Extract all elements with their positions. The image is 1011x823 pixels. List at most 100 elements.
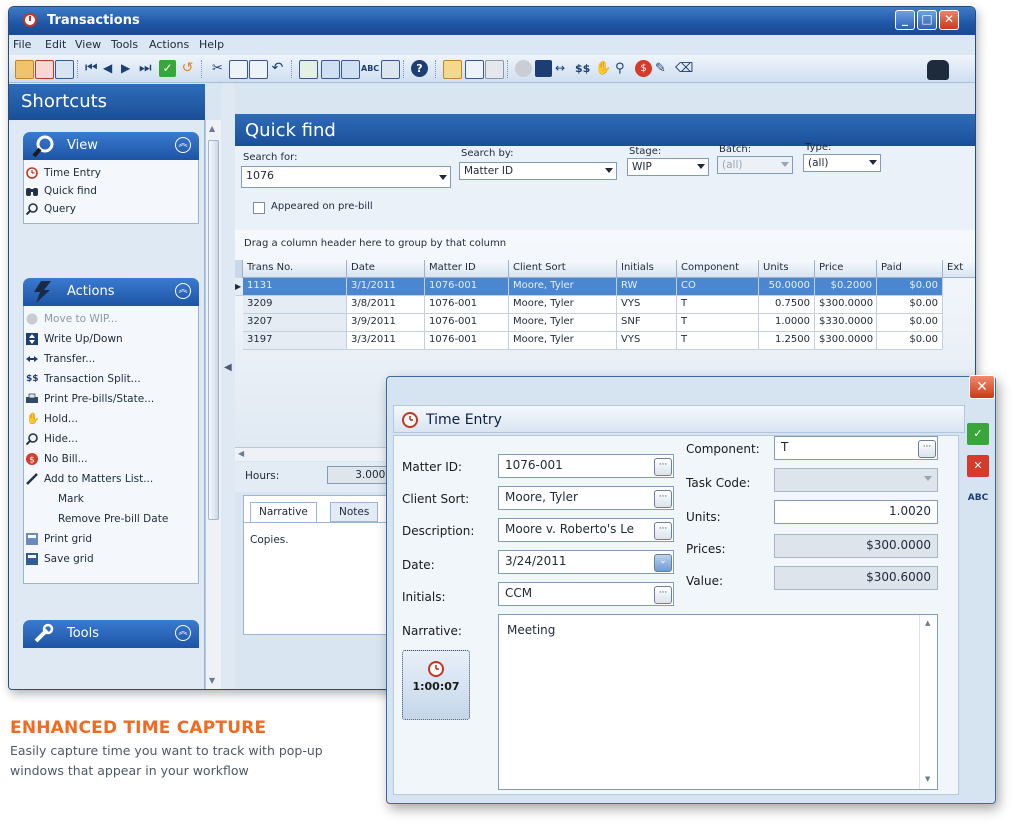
table-cell[interactable]: Moore, Tyler <box>509 314 617 332</box>
initials-field[interactable]: CCM <box>498 582 674 606</box>
table-cell[interactable]: 1.2500 <box>759 332 815 350</box>
paste-special-icon[interactable] <box>249 60 268 79</box>
table-cell[interactable]: 3209 <box>243 296 347 314</box>
scroll-left-icon[interactable]: ◀ <box>238 449 244 458</box>
scroll-down-icon[interactable]: ▼ <box>925 775 930 783</box>
form-icon[interactable] <box>299 60 318 79</box>
pen-icon[interactable]: ✎ <box>655 60 672 77</box>
table-cell[interactable]: 1076-001 <box>425 278 509 296</box>
last-record-icon[interactable]: ⏭ <box>139 60 156 77</box>
new-folder-icon[interactable] <box>15 60 34 79</box>
client-sort-field[interactable]: Moore, Tyler <box>498 486 674 510</box>
table-cell[interactable]: VYS <box>617 296 677 314</box>
sidebar-scrollbar[interactable]: ▲ ▼ <box>205 120 221 689</box>
table-cell[interactable]: 3/9/2011 <box>347 314 425 332</box>
table-cell[interactable]: $0.00 <box>877 278 943 296</box>
date-dropdown-button[interactable]: ⌄ <box>654 554 672 572</box>
table-cell[interactable]: $0.2000 <box>815 278 877 296</box>
menu-actions[interactable]: Actions <box>149 38 189 51</box>
table-cell[interactable]: 50.0000 <box>759 278 815 296</box>
chevron-up-icon[interactable]: ︽ <box>175 625 191 641</box>
table-cell[interactable]: $300.0000 <box>815 332 877 350</box>
cancel-button[interactable]: ✕ <box>967 455 989 477</box>
table-cell[interactable]: VYS <box>617 332 677 350</box>
redo-icon[interactable]: ↶ <box>269 60 286 77</box>
previous-record-icon[interactable]: ◀ <box>103 60 120 77</box>
table-cell[interactable]: T <box>677 296 759 314</box>
table-cell[interactable]: CO <box>677 278 759 296</box>
table-cell[interactable]: SNF <box>617 314 677 332</box>
minimize-button[interactable]: _ <box>895 10 915 30</box>
dialog-close-button[interactable]: ✕ <box>969 375 995 399</box>
folder-icon[interactable] <box>443 60 462 79</box>
scroll-up-icon[interactable]: ▲ <box>925 619 930 627</box>
column-header-ext[interactable]: Ext <box>943 260 975 278</box>
magnifier-icon[interactable]: ⚲ <box>615 60 632 77</box>
menu-help[interactable]: Help <box>199 38 224 51</box>
column-header-matter-id[interactable]: Matter ID <box>425 260 509 278</box>
table-cell[interactable]: 1076-001 <box>425 332 509 350</box>
table-cell[interactable]: $0.00 <box>877 314 943 332</box>
collapse-icon[interactable]: ◀ <box>224 362 232 373</box>
narrative-textarea[interactable]: Meeting ▲ ▼ <box>498 614 938 790</box>
splitter[interactable]: ◀ <box>221 84 235 689</box>
type-select[interactable]: (all) <box>803 154 881 172</box>
table-cell[interactable]: RW <box>617 278 677 296</box>
delete-icon[interactable] <box>35 60 54 79</box>
table-cell[interactable]: Moore, Tyler <box>509 296 617 314</box>
actions-group-header[interactable]: Actions ︽ <box>23 278 199 306</box>
initials-lookup-button[interactable]: ··· <box>654 586 672 604</box>
menu-tools[interactable]: Tools <box>111 38 138 51</box>
table-cell[interactable]: T <box>677 332 759 350</box>
eraser-icon[interactable]: ⌫ <box>675 60 693 77</box>
transfer-icon[interactable]: ↔ <box>555 60 572 77</box>
grid-icon[interactable] <box>485 60 504 79</box>
search-by-select[interactable]: Matter ID <box>459 162 617 180</box>
copy-icon[interactable] <box>55 60 74 79</box>
maximize-button[interactable]: □ <box>917 10 937 30</box>
column-header-initials[interactable]: Initials <box>617 260 677 278</box>
menu-edit[interactable]: Edit <box>45 38 66 51</box>
print-icon[interactable] <box>381 60 400 79</box>
table-cell[interactable]: Moore, Tyler <box>509 278 617 296</box>
document-icon[interactable] <box>465 60 484 79</box>
scroll-up-icon[interactable]: ▲ <box>209 124 215 133</box>
chevron-down-icon[interactable] <box>697 164 705 169</box>
table-cell[interactable]: 1076-001 <box>425 296 509 314</box>
grid-horizontal-scrollbar[interactable]: ◀ <box>235 447 405 461</box>
stage-select[interactable]: WIP <box>627 158 709 176</box>
table-cell[interactable]: 1.0000 <box>759 314 815 332</box>
next-record-icon[interactable]: ▶ <box>121 60 138 77</box>
appeared-on-pre-bill-checkbox[interactable] <box>253 202 265 214</box>
chevron-up-icon[interactable]: ︽ <box>175 137 191 153</box>
column-header-date[interactable]: Date <box>347 260 425 278</box>
column-header-price[interactable]: Price <box>815 260 877 278</box>
column-header-client-sort[interactable]: Client Sort <box>509 260 617 278</box>
tab-narrative[interactable]: Narrative <box>250 502 317 522</box>
undo-icon[interactable]: ↺ <box>179 60 196 77</box>
table-cell[interactable]: T <box>677 314 759 332</box>
date-field[interactable]: 3/24/2011 <box>498 550 674 574</box>
tab-notes[interactable]: Notes <box>330 502 379 522</box>
column-header-component[interactable]: Component <box>677 260 759 278</box>
table-cell[interactable]: $300.0000 <box>815 296 877 314</box>
write-up-icon[interactable] <box>535 60 552 77</box>
chevron-down-icon[interactable] <box>439 175 447 180</box>
time-entry-title-bar[interactable]: Time Entry <box>393 405 965 433</box>
table-cell[interactable]: 1076-001 <box>425 314 509 332</box>
table-cell[interactable]: 3/8/2011 <box>347 296 425 314</box>
chevron-down-icon[interactable] <box>869 160 877 165</box>
first-record-icon[interactable]: ⏮ <box>85 60 102 77</box>
column-header-paid[interactable]: Paid <box>877 260 943 278</box>
scroll-down-icon[interactable]: ▼ <box>209 676 215 685</box>
circle-icon[interactable] <box>515 60 532 77</box>
close-button[interactable]: ✕ <box>939 10 959 30</box>
table-cell[interactable]: 3207 <box>243 314 347 332</box>
no-bill-icon[interactable]: $ <box>635 60 652 77</box>
table-cell[interactable]: 0.7500 <box>759 296 815 314</box>
timer-button[interactable]: 1:00:07 <box>402 650 470 720</box>
table-cell[interactable]: 3/1/2011 <box>347 278 425 296</box>
chevron-down-icon[interactable] <box>605 168 613 173</box>
search-for-input[interactable]: 1076 <box>241 166 451 188</box>
description-field[interactable]: Moore v. Roberto's Le <box>498 518 674 542</box>
